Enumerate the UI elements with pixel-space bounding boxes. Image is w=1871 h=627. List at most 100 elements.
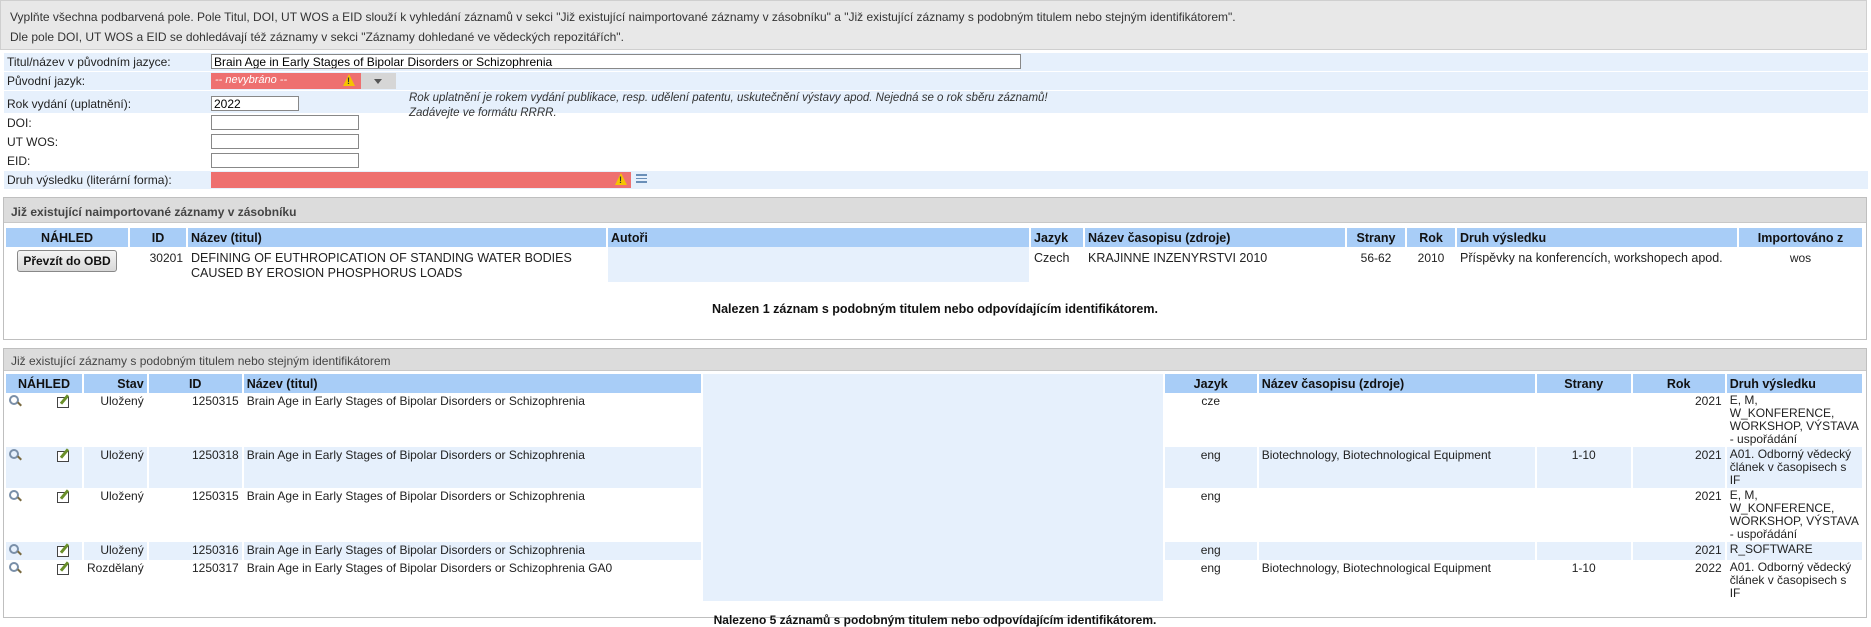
cell-imported-from: wos — [1789, 251, 1812, 265]
list-icon[interactable] — [636, 174, 647, 183]
cell-title[interactable]: Brain Age in Early Stages of Bipolar Dis… — [244, 393, 701, 447]
cell-title: DEFINING OF EUTHROPICATION OF STANDING W… — [191, 251, 572, 280]
col-preview: NÁHLED — [6, 228, 128, 247]
table-row: Převzít do OBD 30201 DEFINING OF EUTHROP… — [6, 247, 1862, 282]
imported-found-message: Nalezen 1 záznam s podobným titulem nebo… — [712, 302, 1158, 316]
eid-input[interactable] — [211, 153, 359, 168]
cell-title[interactable]: Brain Age in Early Stages of Bipolar Dis… — [244, 488, 701, 542]
col-language: Jazyk — [1031, 228, 1083, 247]
cell-title[interactable]: Brain Age in Early Stages of Bipolar Dis… — [243, 447, 701, 488]
cell-year: 2021 — [1695, 394, 1722, 408]
cell-pages: 1-10 — [1571, 561, 1596, 575]
col-journal: Název časopisu (zdroje) — [1085, 228, 1345, 247]
search-icon[interactable] — [9, 562, 21, 574]
col-preview: NÁHLED — [6, 374, 82, 393]
cell-language: eng — [1200, 489, 1221, 503]
cell-journal — [1258, 542, 1535, 560]
year-label: Rok vydání (uplatnění): — [7, 97, 132, 111]
language-select[interactable]: -- nevybráno -- ! — [211, 73, 401, 89]
row-doi: DOI: — [4, 114, 1868, 133]
title-input[interactable] — [211, 54, 1021, 69]
doi-input[interactable] — [211, 115, 359, 130]
cell-result-type: E, M, W_KONFERENCE, WORKSHOP, VÝSTAVA - … — [1729, 488, 1859, 541]
row-utwos: UT WOS: — [4, 133, 1868, 152]
eid-label: EID: — [7, 154, 31, 168]
edit-icon[interactable] — [57, 394, 71, 408]
row-language: Původní jazyk: -- nevybráno -- ! — [4, 72, 1868, 91]
similar-table: NÁHLED Stav ID Název (titul) Jazyk Název… — [4, 374, 1864, 601]
year-input[interactable] — [211, 96, 299, 111]
search-form: Titul/název v původním jazyce: Původní j… — [4, 53, 1868, 190]
page: Vyplňte všechna podbarvená pole. Pole Ti… — [0, 0, 1871, 627]
similar-panel-title: Již existující záznamy s podobným titule… — [4, 349, 1866, 371]
cell-id: 1250317 — [191, 561, 239, 575]
result-type-label: Druh výsledku (literární forma): — [7, 173, 172, 187]
search-icon[interactable] — [9, 490, 21, 502]
col-authors: Autoři — [608, 228, 1029, 247]
cell-language: eng — [1164, 447, 1257, 488]
similar-found-message: Nalezeno 5 záznamů s podobným titulem ne… — [713, 613, 1157, 627]
cell-pages — [1537, 488, 1631, 542]
cell-authors — [608, 247, 1029, 282]
cell-result-type: A01. Odborný vědecký článek v časopisech… — [1726, 447, 1862, 488]
col-pages: Strany — [1347, 228, 1405, 247]
imported-table: NÁHLED ID Název (titul) Autoři Jazyk Náz… — [4, 228, 1864, 282]
cell-year: 2021 — [1632, 542, 1725, 560]
row-result-type: Druh výsledku (literární forma): ! — [4, 171, 1868, 190]
cell-journal: KRAJINNE INZENYRSTVI 2010 — [1088, 251, 1268, 265]
cell-language: eng — [1164, 542, 1257, 560]
cell-state: Uložený — [84, 542, 147, 560]
instructions-box: Vyplňte všechna podbarvená pole. Pole Ti… — [0, 0, 1867, 50]
imported-panel-title: Již existující naimportované záznamy v z… — [4, 198, 1866, 223]
cell-year: 2021 — [1632, 447, 1725, 488]
cell-language: cze — [1201, 394, 1221, 408]
cell-state: Rozdělaný — [87, 561, 144, 575]
result-type-select[interactable]: ! — [211, 172, 651, 188]
cell-journal: Biotechnology, Biotechnological Equipmen… — [1261, 561, 1491, 575]
cell-year: 2022 — [1695, 561, 1722, 575]
cell-title[interactable]: Brain Age in Early Stages of Bipolar Dis… — [244, 560, 701, 601]
col-title: Název (titul) — [188, 228, 606, 247]
utwos-input[interactable] — [211, 134, 359, 149]
col-year: Rok — [1632, 374, 1725, 393]
cell-pages — [1536, 542, 1631, 560]
cell-pages — [1537, 393, 1631, 447]
col-id: ID — [148, 374, 242, 393]
cell-id: 1250316 — [148, 542, 242, 560]
search-icon[interactable] — [9, 449, 21, 461]
cell-result-type: A01. Odborný vědecký článek v časopisech… — [1729, 560, 1852, 600]
edit-icon[interactable] — [57, 448, 71, 462]
imported-records-panel: Již existující naimportované záznamy v z… — [3, 197, 1867, 340]
col-authors — [702, 374, 1163, 393]
cell-title[interactable]: Brain Age in Early Stages of Bipolar Dis… — [243, 542, 701, 560]
result-type-value — [211, 172, 631, 188]
take-over-button[interactable]: Převzít do OBD — [17, 250, 117, 272]
instruction-line-2: Dle pole DOI, UT WOS a EID se dohledávaj… — [10, 30, 624, 44]
row-eid: EID: — [4, 152, 1868, 171]
col-state: Stav — [84, 374, 147, 393]
col-title: Název (titul) — [243, 374, 701, 393]
year-hint-line-1: Rok uplatnění je rokem vydání publikace,… — [409, 92, 1048, 104]
search-icon[interactable] — [9, 544, 21, 556]
col-imported-from: Importováno z — [1739, 228, 1862, 247]
warning-icon: ! — [343, 74, 355, 86]
row-year: Rok vydání (uplatnění): Rok uplatnění je… — [4, 91, 1868, 119]
col-journal: Název časopisu (zdroje) — [1258, 374, 1535, 393]
search-icon[interactable] — [9, 395, 21, 407]
row-title: Titul/název v původním jazyce: — [4, 53, 1868, 72]
cell-id: 1250315 — [191, 394, 239, 408]
chevron-down-icon — [374, 79, 382, 84]
language-dropdown-button[interactable] — [361, 73, 396, 89]
cell-state: Uložený — [100, 394, 144, 408]
cell-language: eng — [1200, 561, 1221, 575]
edit-icon[interactable] — [57, 489, 71, 503]
cell-state: Uložený — [100, 489, 144, 503]
cell-pages: 56-62 — [1360, 251, 1392, 265]
cell-language: Czech — [1034, 251, 1070, 265]
cell-id: 30201 — [149, 251, 183, 265]
col-id: ID — [130, 228, 186, 247]
col-result-type: Druh výsledku — [1457, 228, 1737, 247]
language-label: Původní jazyk: — [7, 74, 86, 88]
edit-icon[interactable] — [57, 543, 71, 557]
edit-icon[interactable] — [57, 561, 71, 575]
